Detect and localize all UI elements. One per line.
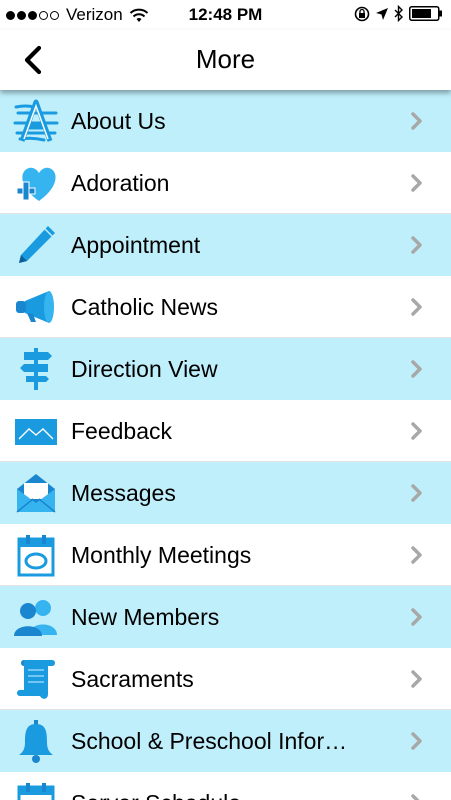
menu-item-label: Sacraments bbox=[71, 666, 194, 692]
calendar-grid-icon bbox=[12, 780, 60, 800]
chevron-right-icon bbox=[411, 422, 422, 440]
menu-item-label: New Members bbox=[71, 604, 220, 630]
chevron-right-icon bbox=[411, 732, 422, 750]
menu-item-label: Direction View bbox=[71, 356, 218, 382]
heart-plus-icon bbox=[12, 160, 60, 206]
envelope-icon bbox=[12, 408, 60, 454]
location-arrow-icon bbox=[376, 7, 388, 20]
megaphone-icon bbox=[12, 284, 60, 330]
calendar-icon bbox=[12, 532, 60, 578]
open-envelope-icon bbox=[12, 470, 60, 516]
chevron-right-icon bbox=[411, 236, 422, 254]
people-icon bbox=[12, 594, 60, 640]
status-right bbox=[349, 5, 443, 22]
menu-item-label: Appointment bbox=[71, 232, 201, 258]
bluetooth-icon bbox=[394, 5, 403, 22]
chevron-right-icon bbox=[411, 360, 422, 378]
menu-item-label: About Us bbox=[71, 108, 166, 134]
menu-list: About Us Adoration Appointment Catholic … bbox=[0, 90, 451, 800]
chevron-right-icon bbox=[411, 174, 422, 192]
menu-item-label: Adoration bbox=[71, 170, 170, 196]
menu-item-monthly-meetings[interactable]: Monthly Meetings bbox=[0, 524, 451, 586]
chevron-right-icon bbox=[411, 608, 422, 626]
menu-item-new-members[interactable]: New Members bbox=[0, 586, 451, 648]
rotation-lock-icon bbox=[354, 6, 370, 21]
scroll-icon bbox=[12, 656, 60, 702]
chevron-right-icon bbox=[411, 484, 422, 502]
menu-item-adoration[interactable]: Adoration bbox=[0, 152, 451, 214]
menu-item-feedback[interactable]: Feedback bbox=[0, 400, 451, 462]
chevron-right-icon bbox=[411, 670, 422, 688]
signpost-icon bbox=[12, 346, 60, 392]
menu-item-direction-view[interactable]: Direction View bbox=[0, 338, 451, 400]
status-bar: Verizon 12:48 PM bbox=[0, 0, 451, 30]
menu-item-messages[interactable]: Messages bbox=[0, 462, 451, 524]
chevron-right-icon bbox=[411, 298, 422, 316]
menu-item-label: Feedback bbox=[71, 418, 173, 444]
battery-icon bbox=[409, 6, 442, 21]
chevron-right-icon bbox=[411, 546, 422, 564]
menu-item-label: Server Schedule bbox=[71, 790, 241, 800]
menu-item-label: Monthly Meetings bbox=[71, 542, 252, 568]
menu-item-appointment[interactable]: Appointment bbox=[0, 214, 451, 276]
bell-icon bbox=[12, 718, 60, 764]
menu-item-server-schedule[interactable]: Server Schedule bbox=[0, 772, 451, 800]
pencil-icon bbox=[12, 222, 60, 268]
letter-a-icon bbox=[12, 98, 60, 144]
menu-item-school-preschool-info[interactable]: School & Preschool Infor… bbox=[0, 710, 451, 772]
menu-item-label: School & Preschool Infor… bbox=[71, 728, 348, 754]
navigation-bar: More bbox=[0, 30, 451, 90]
menu-item-label: Messages bbox=[71, 480, 176, 506]
chevron-right-icon bbox=[411, 794, 420, 800]
menu-item-about-us[interactable]: About Us bbox=[0, 90, 451, 152]
page-title: More bbox=[195, 44, 256, 74]
menu-item-sacraments[interactable]: Sacraments bbox=[0, 648, 451, 710]
menu-item-label: Catholic News bbox=[71, 294, 218, 320]
chevron-right-icon bbox=[411, 112, 422, 130]
menu-item-catholic-news[interactable]: Catholic News bbox=[0, 276, 451, 338]
